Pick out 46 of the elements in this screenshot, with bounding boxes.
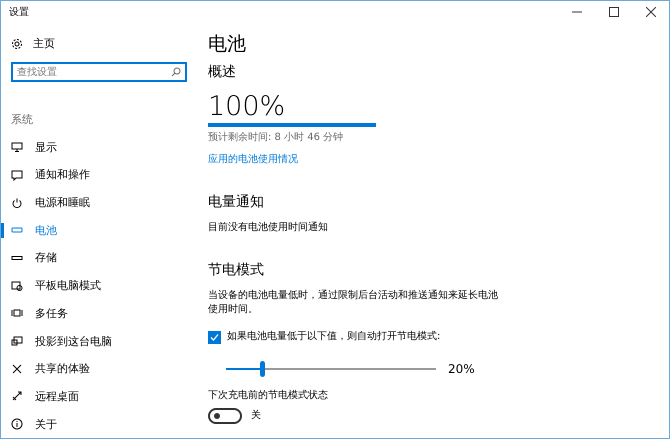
monitor-icon	[11, 141, 23, 154]
projector-icon	[11, 335, 23, 348]
nav-item[interactable]: 多任务	[1, 300, 197, 328]
gear-icon	[11, 38, 23, 50]
speech-bubble-icon	[11, 168, 23, 181]
page-title: 电池	[208, 32, 247, 57]
threshold-slider[interactable]	[224, 361, 438, 377]
home-link[interactable]: 主页	[1, 23, 197, 52]
toggle-switch[interactable]	[208, 408, 242, 424]
nav-item[interactable]: 电池	[1, 216, 197, 244]
window-title: 设置	[9, 6, 29, 19]
time-remaining: 预计剩余时间: 8 小时 46 分钟	[208, 131, 344, 145]
nav-item[interactable]: 存储	[1, 244, 197, 272]
section-label: 系统	[11, 113, 33, 126]
nav-item[interactable]: 平板电脑模式	[1, 272, 197, 300]
notification-text: 目前没有电池使用时间通知	[208, 221, 329, 235]
checkbox[interactable]	[208, 330, 221, 344]
slider-value: 20%	[448, 362, 475, 376]
check-icon	[210, 332, 219, 342]
info-icon	[11, 418, 23, 430]
nav-item[interactable]: 远程桌面	[1, 382, 197, 410]
nav-item[interactable]: 电源和睡眠	[1, 188, 197, 216]
search-icon	[171, 67, 181, 78]
multitask-icon	[11, 307, 23, 320]
section-heading: 节电模式	[208, 261, 265, 279]
tablet-icon	[11, 280, 23, 292]
remote-desktop-icon	[11, 390, 23, 402]
battery-usage-link[interactable]: 应用的电池使用情况	[208, 153, 298, 167]
nav-item[interactable]: 通知和操作	[1, 161, 197, 189]
saver-description: 当设备的电池电量低时，通过限制后台活动和推送通知来延长电池使用时间。	[208, 289, 498, 317]
toggle-state: 关	[251, 409, 261, 423]
power-icon	[11, 196, 23, 209]
status-label: 下次充电前的节电模式状态	[208, 389, 329, 403]
share-icon	[11, 362, 23, 375]
nav-item[interactable]: 投影到这台电脑	[1, 327, 197, 355]
nav-item[interactable]: 关于	[1, 410, 197, 438]
close-icon	[646, 7, 656, 17]
section-heading: 电量通知	[208, 193, 265, 211]
search-field[interactable]: 查找设置	[11, 62, 187, 82]
battery-percentage: 100%	[208, 91, 286, 123]
checkbox-label: 如果电池电量低于以下值，则自动打开节电模式:	[227, 330, 440, 344]
section-heading: 概述	[208, 63, 237, 81]
slider-thumb[interactable]	[260, 361, 265, 377]
maximize-icon	[608, 7, 618, 17]
nav-item[interactable]: 共享的体验	[1, 354, 197, 383]
nav-item[interactable]: 显示	[1, 133, 197, 162]
